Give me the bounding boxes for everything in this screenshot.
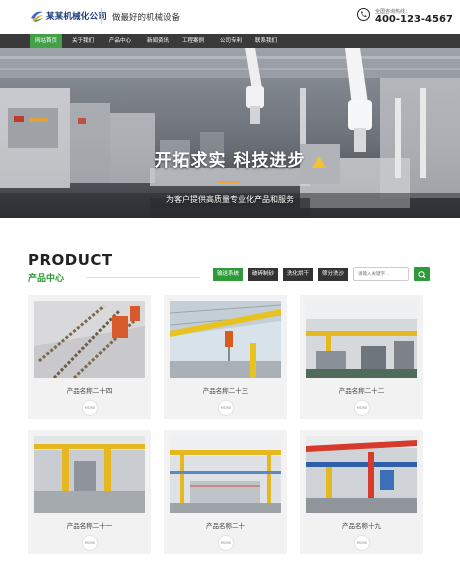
product-name[interactable]: 产品名称二十三	[164, 385, 287, 395]
section-title-en: PRODUCT	[28, 251, 113, 269]
nav-item-cases[interactable]: 工程案例	[177, 34, 209, 48]
nav-item-products[interactable]: 产品中心	[104, 34, 136, 48]
hotline-number: 400-123-4567	[375, 14, 453, 25]
nav-item-home[interactable]: 网站首页	[30, 34, 62, 48]
phone-icon	[357, 8, 370, 21]
search-button[interactable]	[414, 267, 430, 281]
more-button[interactable]: MORE	[218, 400, 234, 416]
product-card[interactable]: 产品名称二十三 MORE	[164, 295, 287, 419]
product-name[interactable]: 产品名称二十二	[300, 385, 423, 395]
product-image-jib-crane[interactable]	[34, 436, 145, 513]
banner-divider	[218, 181, 240, 183]
header-divider	[101, 8, 102, 24]
logo-swoosh-icon	[31, 11, 43, 22]
section-divider	[86, 277, 200, 278]
hero-banner: 开拓求实 科技进步 为客户提供高质量专业化产品和服务	[0, 48, 460, 218]
logo-text: 某某机械化公司	[46, 11, 107, 22]
product-name[interactable]: 产品名称十九	[300, 520, 423, 530]
nav-item-contact[interactable]: 联系我们	[250, 34, 282, 48]
product-name[interactable]: 产品名称二十一	[28, 520, 151, 530]
product-card[interactable]: 产品名称二十 MORE	[164, 430, 287, 554]
more-button[interactable]: MORE	[82, 535, 98, 551]
main-nav: 网站首页 关于我们 产品中心 新闻资讯 工程案例 公司专利 联系我们	[0, 34, 460, 48]
section-title-cn: 产品中心	[28, 274, 65, 284]
category-tab-screening[interactable]: 筛分洗沙	[318, 268, 348, 281]
search-icon	[418, 271, 426, 279]
banner-subtitle: 为客户提供高质量专业化产品和服务	[166, 195, 294, 204]
nav-item-news[interactable]: 新闻资讯	[142, 34, 174, 48]
product-name[interactable]: 产品名称二十四	[28, 385, 151, 395]
factory-robots-image	[0, 48, 460, 218]
more-button[interactable]: MORE	[354, 535, 370, 551]
product-image-crane[interactable]	[170, 301, 281, 378]
nav-item-about[interactable]: 关于我们	[67, 34, 99, 48]
product-card[interactable]: 产品名称二十二 MORE	[300, 295, 423, 419]
banner-title: 开拓求实 科技进步	[154, 151, 306, 171]
product-card[interactable]: 产品名称十九 MORE	[300, 430, 423, 554]
more-button[interactable]: MORE	[82, 400, 98, 416]
product-card[interactable]: 产品名称二十四 MORE	[28, 295, 151, 419]
search-input[interactable]	[353, 267, 409, 281]
site-header: 某某机械化公司 做最好的机械设备 全国咨询热线： 400-123-4567	[0, 0, 460, 34]
category-tab-crushing[interactable]: 破碎制砂	[248, 268, 278, 281]
product-name[interactable]: 产品名称二十	[164, 520, 287, 530]
more-button[interactable]: MORE	[354, 400, 370, 416]
more-button[interactable]: MORE	[218, 535, 234, 551]
product-image-workshop[interactable]	[306, 301, 417, 378]
category-tab-washing[interactable]: 洗化烘干	[283, 268, 313, 281]
product-image-gantry[interactable]	[170, 436, 281, 513]
nav-item-patents[interactable]: 公司专利	[215, 34, 247, 48]
product-image-bridge-crane[interactable]	[306, 436, 417, 513]
site-logo[interactable]: 某某机械化公司	[30, 9, 107, 22]
header-slogan: 做最好的机械设备	[112, 13, 181, 23]
product-image-chains[interactable]	[34, 301, 145, 378]
product-card[interactable]: 产品名称二十一 MORE	[28, 430, 151, 554]
category-tab-conveying[interactable]: 输送系统	[213, 268, 243, 281]
